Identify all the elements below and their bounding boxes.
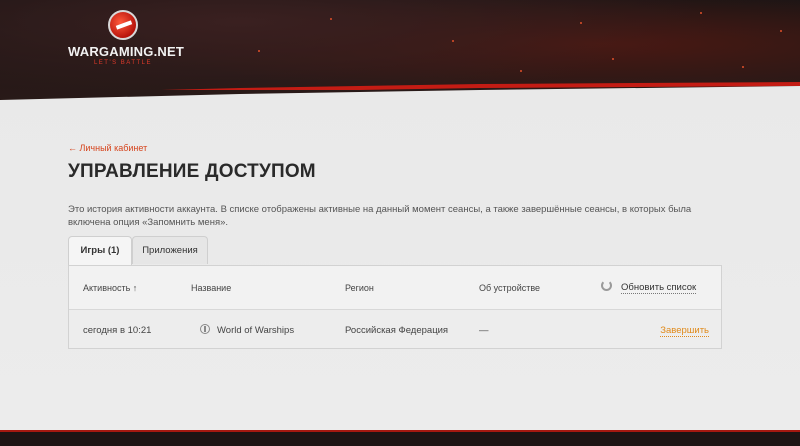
breadcrumb-personal-account[interactable]: ← Личный кабинет [68,143,147,153]
brand-name: WARGAMING.NET [68,44,184,59]
session-activity: сегодня в 10:21 [83,325,152,336]
warships-anchor-icon [200,324,210,334]
page-title: УПРАВЛЕНИЕ ДОСТУПОМ [68,161,316,182]
refresh-icon [601,280,612,291]
session-region: Российская Федерация [345,325,449,336]
tab-applications[interactable]: Приложения [132,236,208,264]
session-name: World of Warships [217,325,295,336]
column-name: Название [191,283,232,293]
spark-decoration [520,70,522,72]
wargaming-logo-icon [108,10,138,40]
wargaming-logo[interactable]: WARGAMING.NET LET'S BATTLE [68,10,184,76]
spark-decoration [612,58,614,60]
brand-tagline: LET'S BATTLE [93,60,153,66]
column-activity-sort[interactable]: Активность ↑ [83,283,137,293]
table-header-row: Активность ↑ Название Регион Об устройст… [69,266,721,310]
table-row: сегодня в 10:21 World of Warships Россий… [69,310,721,348]
end-session-link[interactable]: Завершить [660,325,709,337]
column-device: Об устройстве [479,283,541,293]
spark-decoration [330,18,332,20]
session-device: — [479,325,489,336]
column-region: Регион [345,283,374,293]
spark-decoration [700,12,702,14]
refresh-list-label: Обновить список [621,282,697,294]
spark-decoration [258,50,260,52]
tab-games[interactable]: Игры (1) [68,236,132,266]
sessions-table: Активность ↑ Название Регион Об устройст… [68,265,722,349]
spark-decoration [780,30,782,32]
spark-decoration [580,22,582,24]
page-description: Это история активности аккаунта. В списк… [68,204,692,228]
spark-decoration [742,66,744,68]
refresh-list-button[interactable]: Обновить список [601,279,709,295]
spark-decoration [452,40,454,42]
